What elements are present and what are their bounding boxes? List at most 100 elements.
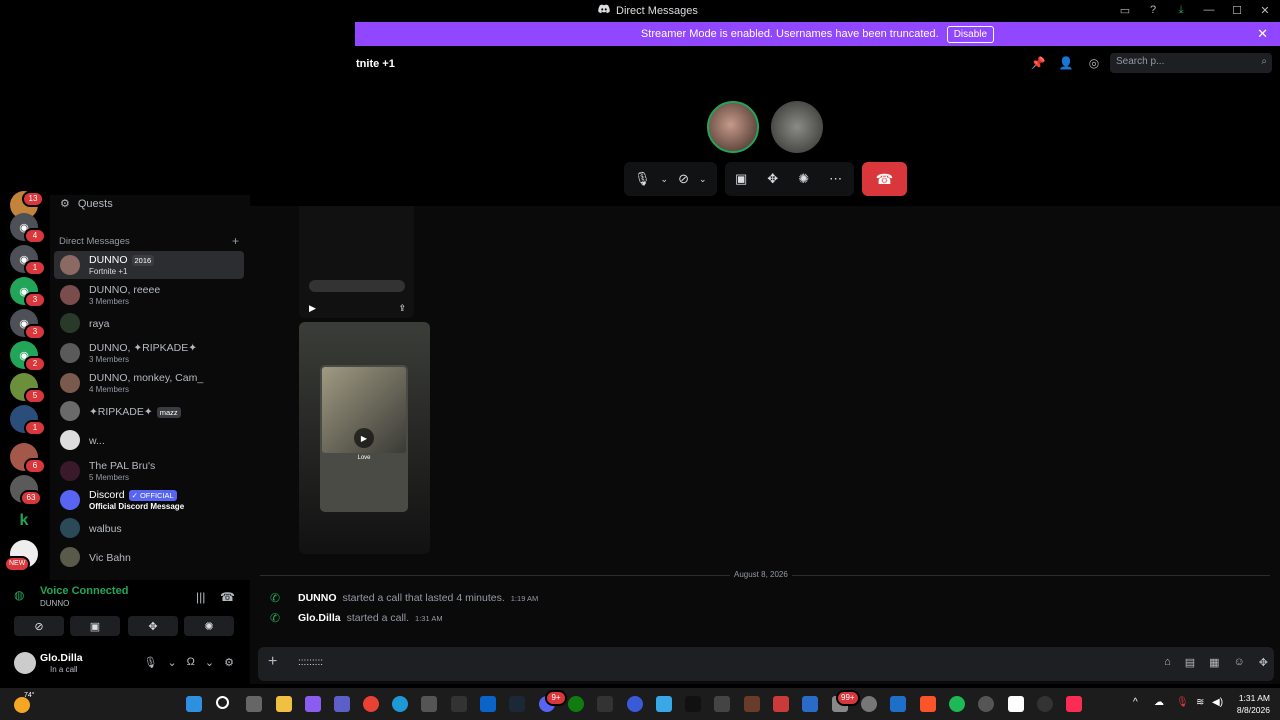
app-icon[interactable] xyxy=(714,696,730,712)
chrome-icon[interactable] xyxy=(363,696,379,712)
message-user[interactable]: Glo.Dilla xyxy=(298,612,341,624)
server-icon[interactable]: ◉ 3 xyxy=(10,277,46,308)
maximize-button[interactable]: ☐ xyxy=(1230,3,1244,17)
play-icon[interactable]: ▶ xyxy=(309,303,316,314)
disconnect-icon[interactable]: ☎ xyxy=(220,590,235,604)
message-input[interactable]: ::::::::: xyxy=(298,657,323,668)
server-icon[interactable]: ◉ 3 xyxy=(10,309,46,340)
close-window-button[interactable]: ✕ xyxy=(1258,3,1272,17)
brave-icon[interactable] xyxy=(920,696,936,712)
minimize-button[interactable]: — xyxy=(1202,3,1216,17)
app-icon[interactable] xyxy=(1037,696,1053,712)
steam-icon[interactable] xyxy=(509,696,525,712)
message-user[interactable]: DUNNO xyxy=(298,592,337,604)
teams-icon[interactable] xyxy=(334,696,350,712)
headphones-icon[interactable]: Ω xyxy=(187,656,195,669)
app-icon[interactable] xyxy=(978,696,994,712)
apps-icon[interactable]: ✥ xyxy=(1259,656,1268,669)
settings-icon[interactable] xyxy=(861,696,877,712)
message-composer[interactable]: + ::::::::: ⌂ ▤ ▦ ☺ ✥ xyxy=(258,647,1274,681)
activities-button[interactable]: ✥ xyxy=(128,616,178,636)
microphone-icon[interactable]: 🎙 xyxy=(1176,697,1189,708)
call-participant-avatar[interactable] xyxy=(707,101,759,153)
gif-icon[interactable]: ▤ xyxy=(1185,656,1195,669)
server-icon[interactable]: ◉ 1 xyxy=(10,245,46,276)
gift-icon[interactable]: ⌂ xyxy=(1164,656,1171,669)
activities-icon[interactable]: ✥ xyxy=(767,171,778,187)
call-participant-avatar[interactable] xyxy=(771,101,823,153)
outlook-icon[interactable] xyxy=(480,696,496,712)
disable-button[interactable]: Disable xyxy=(946,25,995,43)
weather-widget[interactable]: 74° xyxy=(14,692,35,713)
server-icon[interactable]: 63 xyxy=(10,475,42,506)
app-icon[interactable] xyxy=(773,696,789,712)
chevron-down-icon[interactable]: ⌄ xyxy=(699,174,707,185)
copilot-icon[interactable] xyxy=(305,696,321,712)
download-icon[interactable]: ⇪ xyxy=(398,303,406,314)
server-icon[interactable]: NEW xyxy=(4,540,38,572)
dm-item[interactable]: walbus xyxy=(54,514,244,542)
soundboard-button[interactable]: ✺ xyxy=(184,616,234,636)
video-attachment[interactable]: ▶ ⇪ xyxy=(299,206,414,318)
server-icon[interactable]: 5 xyxy=(10,373,46,404)
dm-item[interactable]: The PAL Bru's 5 Members xyxy=(54,457,244,485)
epic-games-icon[interactable] xyxy=(597,696,613,712)
edge-icon[interactable] xyxy=(392,696,408,712)
capcut-icon[interactable] xyxy=(1008,696,1024,712)
username[interactable]: Glo.Dilla xyxy=(40,652,83,664)
server-icon[interactable]: 6 xyxy=(10,443,46,474)
task-view-icon[interactable] xyxy=(246,696,262,712)
volume-icon[interactable]: ◀) xyxy=(1212,697,1223,708)
voice-status[interactable]: Voice Connected xyxy=(40,585,128,597)
microphone-icon[interactable]: 🎙 xyxy=(634,171,651,187)
add-attachment-icon[interactable]: + xyxy=(268,653,277,671)
dm-item[interactable]: DUNNO, ✦RIPKADE✦ 3 Members xyxy=(54,339,244,367)
camera-off-icon[interactable]: ⊘ xyxy=(678,171,689,187)
dm-item[interactable]: DUNNO, reeee 3 Members xyxy=(54,281,244,309)
pin-icon[interactable]: 📌 xyxy=(1030,55,1046,71)
dm-item[interactable]: raya xyxy=(54,309,244,337)
noise-suppression-icon[interactable]: ||| xyxy=(196,590,205,604)
app-icon[interactable] xyxy=(656,696,672,712)
camera-button[interactable]: ⊘ xyxy=(14,616,64,636)
file-explorer-icon[interactable] xyxy=(276,696,292,712)
quests-item[interactable]: ⚙ Quests xyxy=(60,197,113,211)
onedrive-icon[interactable]: ☁ xyxy=(1154,697,1164,708)
dm-item[interactable]: w... xyxy=(54,426,244,454)
app-icon[interactable] xyxy=(890,696,906,712)
emoji-icon[interactable]: ☺ xyxy=(1234,656,1245,669)
dm-item[interactable]: DUNNO 2016 Fortnite +1 xyxy=(54,251,244,279)
help-icon[interactable]: ? xyxy=(1146,3,1160,17)
add-friend-icon[interactable]: 👤 xyxy=(1058,55,1074,71)
dm-item[interactable]: Vic Bahn xyxy=(54,543,244,571)
more-options-icon[interactable]: ⋯ xyxy=(829,171,842,187)
chevron-down-icon[interactable]: ⌄ xyxy=(167,656,176,669)
chevron-up-icon[interactable]: ^ xyxy=(1133,697,1138,708)
sticker-icon[interactable]: ▦ xyxy=(1209,656,1219,669)
spotify-icon[interactable] xyxy=(949,696,965,712)
store-icon[interactable] xyxy=(421,696,437,712)
server-icon[interactable]: k xyxy=(10,507,38,535)
chevron-down-icon[interactable]: ⌄ xyxy=(205,656,214,669)
tiktok-icon[interactable] xyxy=(1066,696,1082,712)
dm-item[interactable]: Discord ✓ OFFICIAL Official Discord Messa… xyxy=(54,486,244,514)
search-icon[interactable] xyxy=(216,696,229,709)
settings-icon[interactable]: ⚙ xyxy=(224,656,234,669)
discord-taskbar-icon[interactable]: 9+ xyxy=(539,690,567,712)
search-input[interactable]: Search p... ⌕ xyxy=(1110,53,1272,73)
app-icon[interactable] xyxy=(744,696,760,712)
server-icon[interactable]: 1 xyxy=(10,405,46,436)
create-dm-icon[interactable]: + xyxy=(232,234,239,248)
server-icon[interactable]: ◉ 2 xyxy=(10,341,46,372)
dm-item[interactable]: DUNNO, monkey, Cam_ 4 Members xyxy=(54,369,244,397)
disconnect-button[interactable]: ☎ xyxy=(862,162,907,196)
tiktok-icon[interactable] xyxy=(685,696,701,712)
start-icon[interactable] xyxy=(186,696,202,712)
app-icon[interactable]: 99+ xyxy=(832,690,860,712)
soundboard-icon[interactable]: ✺ xyxy=(798,171,809,187)
close-icon[interactable]: ✕ xyxy=(1257,26,1268,42)
screen-share-button[interactable]: ▣ xyxy=(70,616,120,636)
clock[interactable]: 1:31 AM 8/8/2026 xyxy=(1237,692,1270,716)
inbox-icon[interactable]: ▭ xyxy=(1118,3,1132,17)
server-icon[interactable]: ◉ 4 xyxy=(10,213,46,244)
